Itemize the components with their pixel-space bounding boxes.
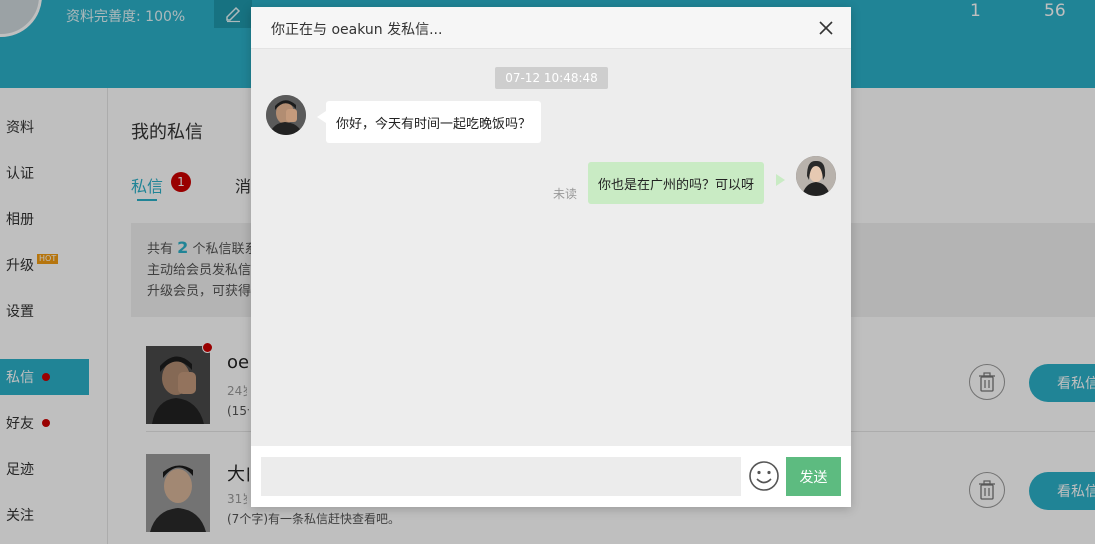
message-input[interactable] [261, 457, 741, 496]
bubble-arrow [776, 174, 785, 186]
message-bubble-outgoing: 你也是在广州的吗？可以呀 [588, 162, 765, 204]
person-photo [266, 95, 306, 135]
person-photo [796, 156, 836, 196]
message-status: 未读 [553, 187, 578, 201]
close-icon [819, 21, 833, 35]
close-button[interactable] [817, 19, 835, 37]
emoji-button[interactable] [748, 460, 780, 492]
sender-avatar[interactable] [266, 95, 306, 135]
message-composer: 发送 [251, 446, 851, 507]
message-bubble-incoming: 你好，今天有时间一起吃晚饭吗？ [326, 101, 542, 143]
self-avatar[interactable] [796, 156, 836, 196]
chat-area[interactable]: 07-12 10:48:48 你好，今天有时间一起吃晚饭吗？ 未读 你也是在广州… [251, 49, 851, 446]
dialog-title: 你正在与 oeakun 发私信... [271, 22, 443, 38]
message-timestamp: 07-12 10:48:48 [495, 67, 608, 89]
private-message-dialog: 你正在与 oeakun 发私信... 07-12 10:48:48 你好，今天有… [251, 7, 851, 507]
smiley-icon [749, 461, 779, 491]
bubble-arrow [317, 111, 326, 123]
dialog-header: 你正在与 oeakun 发私信... [251, 7, 851, 49]
send-button[interactable]: 发送 [786, 457, 841, 496]
